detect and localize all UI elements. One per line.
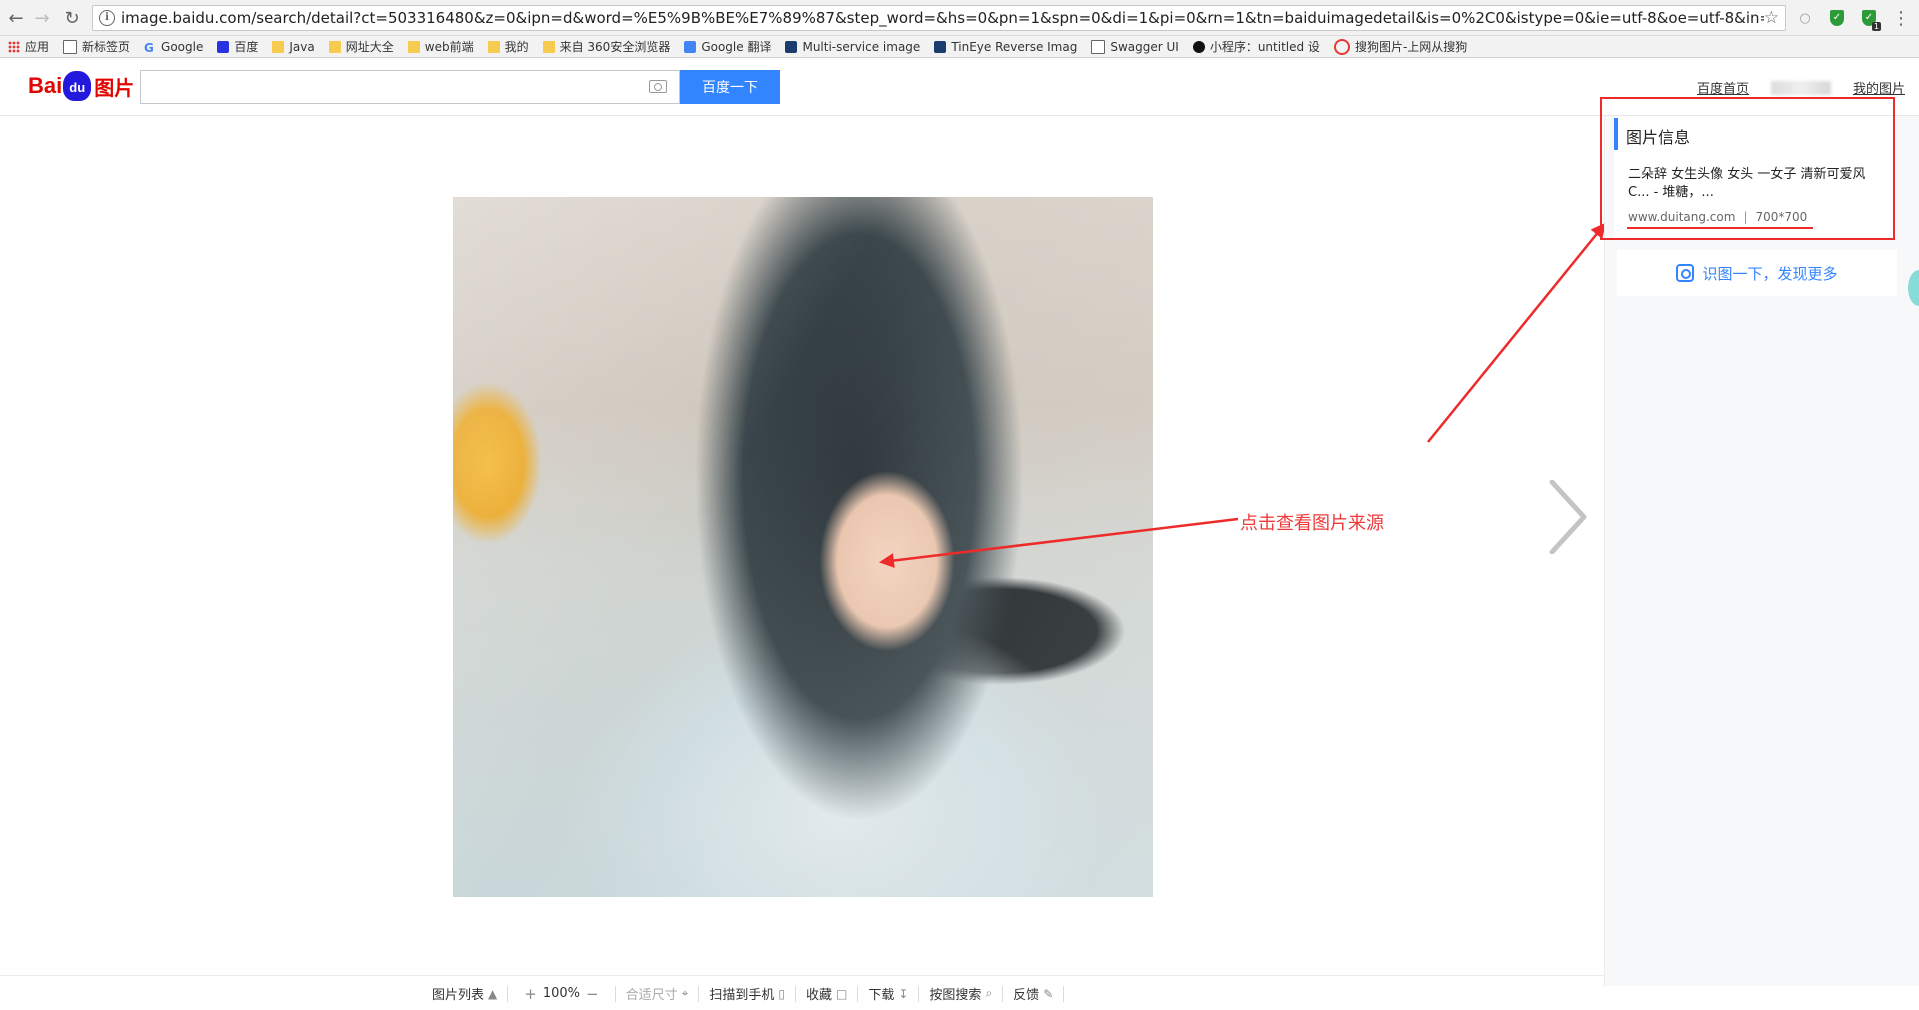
bookmark-new-tab[interactable]: 新标签页 [63,38,130,55]
site-info-icon[interactable]: i [99,10,115,26]
folder-icon [542,40,555,53]
search-box [140,70,680,104]
forward-arrow-icon[interactable]: → [30,6,54,30]
image-search-icon: ⌕ [985,986,993,1000]
annotation-underline [1627,227,1813,229]
bookmark-360[interactable]: 来自 360安全浏览器 [542,38,670,55]
annotation-highlight-box [1600,97,1895,240]
bookmark-java[interactable]: Java [272,40,315,54]
image-list-button[interactable]: 图片列表 ▲ [422,984,507,1004]
bookmarks-bar: 应用 新标签页 G Google 百度 Java 网址大全 web前端 我的 来自… [0,36,1919,58]
download-icon: ↧ [898,986,909,1001]
download-button[interactable]: 下载 ↧ [858,984,918,1004]
blurred-username[interactable] [1770,80,1831,95]
scan-to-phone-button[interactable]: 扫描到手机 ▯ [699,984,795,1004]
baidu-icon [217,40,230,53]
google-icon: G [144,40,154,55]
shield-extension-badge-icon[interactable]: ✓ 1 [1858,7,1881,31]
page-icon [1091,39,1106,54]
image-search-icon [785,40,798,53]
identify-image-button[interactable]: 识图一下，发现更多 [1617,250,1897,296]
bookmark-google[interactable]: G Google [144,40,203,55]
bookmark-google-translate[interactable]: Google 翻译 [684,38,771,55]
search-button[interactable]: 百度一下 [680,70,780,104]
extension-icon[interactable]: ○ [1794,7,1816,29]
annotation-label: 点击查看图片来源 [1240,513,1384,534]
address-url[interactable]: image.baidu.com/search/detail?ct=5033164… [121,9,1764,27]
bookmark-baidu[interactable]: 百度 [217,38,258,55]
bookmark-mine[interactable]: 我的 [487,38,529,55]
camera-icon[interactable] [649,80,667,93]
top-links: 百度首页 我的图片 [1675,78,1905,97]
folder-icon [407,40,420,53]
zoom-control: + 100% − [508,985,614,1003]
feedback-button[interactable]: 反馈 ✎ [1003,984,1063,1004]
scan-icon [1676,264,1695,282]
bookmark-web-frontend[interactable]: web前端 [407,38,474,55]
zoom-in-button[interactable]: + [518,985,543,1003]
menu-icon[interactable]: ⋮ [1890,7,1912,29]
apps-icon [8,40,20,53]
sogou-icon [1333,38,1350,55]
folder-icon [328,40,341,53]
bookmark-apps[interactable]: 应用 [8,38,49,55]
back-arrow-icon[interactable]: ← [4,6,28,30]
next-image-arrow-icon[interactable] [1548,480,1588,554]
search-by-image-button[interactable]: 按图搜索 ⌕ [919,984,1002,1003]
shield-extension-icon[interactable]: ✓ [1826,7,1848,29]
bookmark-miniprogram[interactable]: 小程序：untitled 设 [1192,38,1320,55]
baidu-paw-icon: du [63,71,92,101]
tineye-icon [934,40,947,53]
zoom-out-button[interactable]: − [580,985,605,1003]
feedback-icon: ✎ [1043,986,1054,1001]
bookmark-sogou[interactable]: 搜狗图片-上网从搜狗 [1333,38,1467,55]
search-input[interactable] [141,71,631,103]
baidu-image-logo[interactable]: Bai du 图片 [28,68,134,104]
my-images-link[interactable]: 我的图片 [1853,78,1905,97]
bookmark-url-directory[interactable]: 网址大全 [328,38,394,55]
bookmark-star-icon[interactable]: ☆ [1764,8,1779,28]
bookmark-swagger[interactable]: Swagger UI [1091,39,1179,54]
favorite-button[interactable]: 收藏 □ [796,984,857,1004]
address-bar[interactable]: i image.baidu.com/search/detail?ct=50331… [92,5,1786,31]
bookmark-tineye[interactable]: TinEye Reverse Imag [934,40,1077,54]
baidu-home-link[interactable]: 百度首页 [1697,78,1749,97]
miniprogram-icon [1192,40,1205,53]
chevron-up-icon: ▲ [488,986,498,1001]
folder-icon: □ [836,986,848,1001]
fit-size-button[interactable]: 合适尺寸 ⌖ [616,984,699,1003]
bottom-toolbar: 图片列表 ▲ + 100% − 合适尺寸 ⌖ 扫描到手机 ▯ 收藏 □ 下载 ↧ 按图搜索… [0,975,1604,1010]
bookmark-multi-service[interactable]: Multi-service image [785,40,920,54]
main-image[interactable] [453,197,1153,897]
reload-icon[interactable]: ↻ [60,6,84,30]
phone-icon: ▯ [778,986,785,1001]
folder-icon [487,40,500,53]
right-panel [1605,116,1919,986]
google-translate-icon [684,40,697,53]
zoom-level: 100% [542,986,580,1001]
browser-toolbar: ← → ↻ i image.baidu.com/search/detail?ct… [0,0,1919,36]
page-icon [63,39,78,54]
fit-size-icon: ⌖ [681,986,689,1000]
folder-icon [272,40,285,53]
